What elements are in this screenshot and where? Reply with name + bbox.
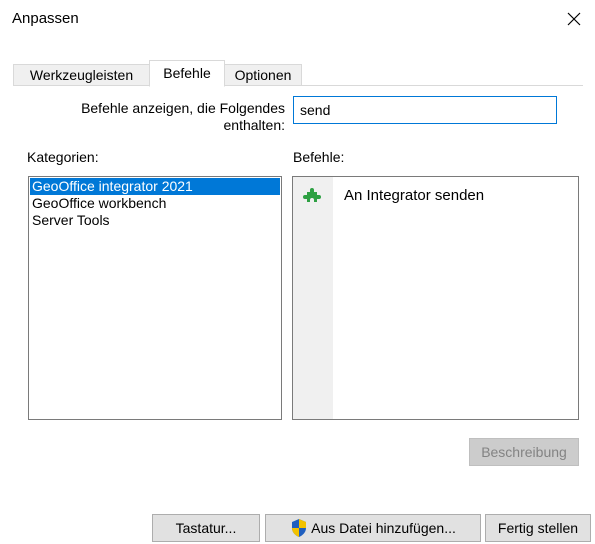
tab-options[interactable]: Optionen	[224, 64, 302, 85]
tab-commands[interactable]: Befehle	[149, 60, 225, 87]
title-bar: Anpassen	[0, 0, 595, 40]
commands-label: Befehle:	[293, 149, 345, 165]
dialog-title: Anpassen	[12, 10, 79, 27]
customize-dialog: Anpassen Werkzeugleisten Befehle Optione…	[0, 0, 595, 544]
command-item-send-to-integrator[interactable]: An Integrator senden	[293, 183, 578, 209]
category-item-geooffice-workbench[interactable]: GeoOffice workbench	[30, 195, 280, 212]
close-icon	[567, 12, 581, 26]
categories-label: Kategorien:	[27, 149, 99, 165]
add-from-file-button[interactable]: Aus Datei hinzufügen...	[265, 514, 481, 542]
category-item-server-tools[interactable]: Server Tools	[30, 212, 280, 229]
uac-shield-icon	[292, 519, 307, 537]
command-label: An Integrator senden	[344, 187, 485, 204]
close-button[interactable]	[559, 4, 589, 34]
category-item-geooffice-integrator[interactable]: GeoOffice integrator 2021	[30, 178, 280, 195]
filter-label: Befehle anzeigen, die Folgendes enthalte…	[81, 100, 285, 133]
puzzle-icon	[303, 188, 321, 202]
add-from-file-label: Aus Datei hinzufügen...	[311, 520, 456, 536]
description-button[interactable]: Beschreibung	[469, 438, 579, 466]
icon-gutter	[293, 177, 333, 419]
keyboard-button[interactable]: Tastatur...	[152, 514, 260, 542]
commands-list[interactable]: An Integrator senden	[292, 176, 579, 420]
command-filter-input[interactable]	[293, 96, 557, 124]
categories-list[interactable]: GeoOffice integrator 2021 GeoOffice work…	[28, 176, 282, 420]
finish-button[interactable]: Fertig stellen	[485, 514, 591, 542]
tab-toolbars[interactable]: Werkzeugleisten	[13, 64, 150, 85]
